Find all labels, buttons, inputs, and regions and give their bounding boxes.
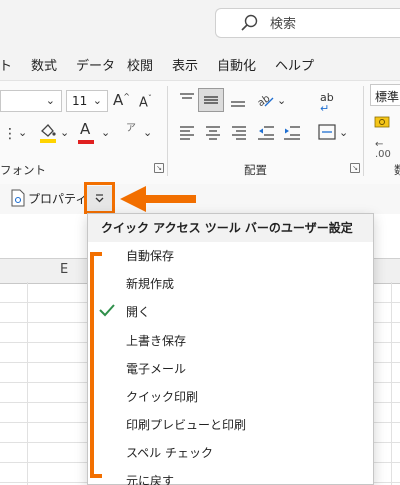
align-bottom-icon[interactable] xyxy=(229,92,247,110)
search-icon xyxy=(241,14,258,31)
tab-view[interactable]: 表示 xyxy=(172,55,198,74)
properties-icon[interactable] xyxy=(10,189,26,207)
menu-item-autosave[interactable]: 自動保存 xyxy=(88,242,373,266)
number-group-label-partial: 数 xyxy=(394,163,400,177)
chevron-down-icon[interactable]: ⌄ xyxy=(60,127,69,138)
menu-item-spelling[interactable]: スペル チェック xyxy=(88,439,373,463)
chevron-down-icon[interactable]: ⌄ xyxy=(277,95,286,106)
number-format-value: 標準 xyxy=(375,90,400,104)
search-placeholder: 検索 xyxy=(270,17,297,32)
font-name-combo[interactable]: ⌄ xyxy=(0,90,62,112)
align-middle-icon xyxy=(204,96,218,104)
menu-item-label: クイック印刷 xyxy=(126,390,199,404)
chevron-down-icon[interactable]: ⌄ xyxy=(339,127,348,138)
font-color-button[interactable]: A xyxy=(80,122,90,137)
tab-formulas[interactable]: 数式 xyxy=(31,55,57,74)
font-group-label: フォント xyxy=(0,163,46,177)
menu-item-undo[interactable]: 元に戻す xyxy=(88,467,373,485)
font-size-value: 11 xyxy=(72,94,88,108)
customize-button-highlight xyxy=(84,182,115,214)
group-divider xyxy=(363,86,364,176)
chevron-down-icon: ⌄ xyxy=(92,94,102,107)
phonetic-guide-icon[interactable]: ア xyxy=(126,124,136,134)
column-header-e[interactable]: E xyxy=(0,258,87,282)
annotation-bracket xyxy=(90,252,102,478)
menu-item-label: 開く xyxy=(126,305,151,319)
grow-font-label: A xyxy=(113,91,124,109)
menu-item-print-preview[interactable]: 印刷プレビューと印刷 xyxy=(88,411,373,435)
tab-automate[interactable]: 自動化 xyxy=(217,55,256,74)
border-icon[interactable]: ⋮ xyxy=(3,127,17,141)
menu-item-label: 上書き保存 xyxy=(126,334,187,348)
menu-item-label: スペル チェック xyxy=(126,446,213,460)
align-top-icon[interactable] xyxy=(178,91,196,107)
shrink-font-label: A xyxy=(139,95,148,111)
shrink-font-button[interactable]: Aˇ xyxy=(139,95,152,111)
grid-line xyxy=(391,282,392,485)
phonetic-label: ア xyxy=(126,123,136,134)
font-color-swatch xyxy=(78,140,94,144)
menu-item-new[interactable]: 新規作成 xyxy=(88,270,373,294)
font-size-combo[interactable]: 11 ⌄ xyxy=(66,90,108,112)
menu-item-label: 印刷プレビューと印刷 xyxy=(126,418,247,432)
font-dialog-launcher-icon[interactable]: ↘ xyxy=(154,163,164,173)
accounting-format-icon[interactable] xyxy=(374,114,396,132)
align-middle-button[interactable] xyxy=(198,88,224,112)
orientation-icon[interactable]: ab xyxy=(255,90,275,110)
menu-header: クイック アクセス ツール バーのユーザー設定 xyxy=(88,214,373,242)
increase-decimal-icon[interactable]: ← .00 xyxy=(375,140,391,160)
grow-font-button[interactable]: A^ xyxy=(113,93,130,108)
menu-item-open[interactable]: 開く xyxy=(88,298,373,322)
menu-item-quick-print[interactable]: クイック印刷 xyxy=(88,383,373,407)
chevron-down-icon: ⌄ xyxy=(45,94,55,107)
fill-color-icon[interactable] xyxy=(38,122,58,144)
menu-item-label: 新規作成 xyxy=(126,277,175,291)
chevron-down-icon[interactable]: ⌄ xyxy=(101,127,110,138)
annotation-arrow xyxy=(120,186,196,212)
alignment-group-label: 配置 xyxy=(244,163,267,177)
column-header-label: E xyxy=(60,262,69,277)
chevron-down-icon[interactable]: ⌄ xyxy=(143,127,152,138)
menu-item-label: 元に戻す xyxy=(126,474,175,485)
menu-item-email[interactable]: 電子メール xyxy=(88,355,373,379)
font-color-label: A xyxy=(80,120,91,138)
tab-data[interactable]: データ xyxy=(76,55,115,74)
menu-item-label: 電子メール xyxy=(126,362,187,376)
alignment-dialog-launcher-icon[interactable]: ↘ xyxy=(350,163,360,173)
merge-center-icon[interactable] xyxy=(318,124,336,140)
tab-formulas-partial[interactable]: ト xyxy=(0,55,12,74)
number-format-combo[interactable]: 標準 xyxy=(370,84,400,106)
tab-help[interactable]: ヘルプ xyxy=(275,55,314,74)
wrap-text-icon[interactable]: ab ↵ xyxy=(320,92,334,114)
menu-item-label: 自動保存 xyxy=(126,249,175,263)
menu-item-save[interactable]: 上書き保存 xyxy=(88,327,373,351)
grid-line xyxy=(27,282,28,485)
tab-review[interactable]: 校閲 xyxy=(127,55,153,74)
chevron-down-icon[interactable]: ⌄ xyxy=(18,127,27,138)
group-divider xyxy=(167,86,168,176)
properties-button[interactable]: プロパティ xyxy=(28,190,87,207)
